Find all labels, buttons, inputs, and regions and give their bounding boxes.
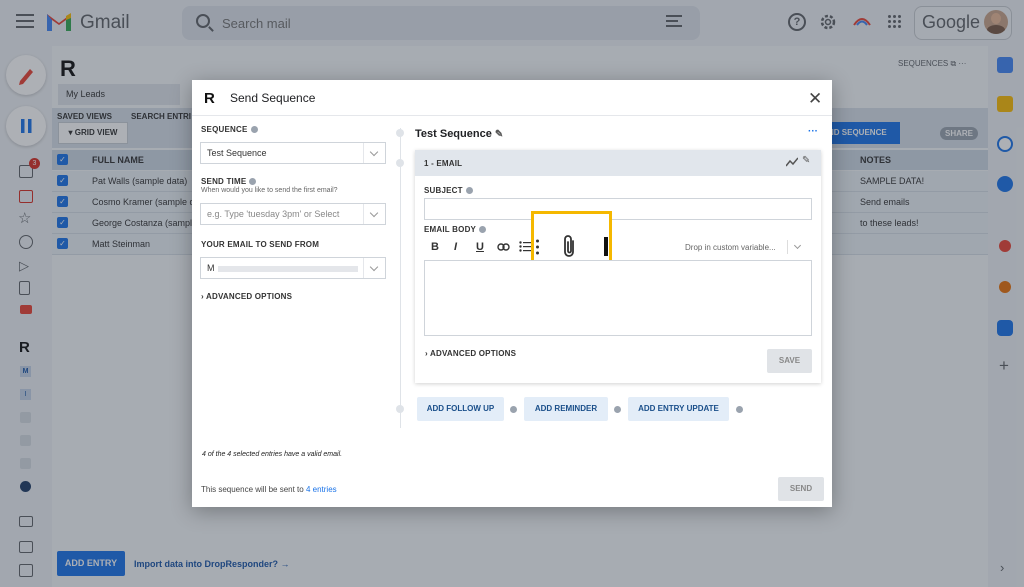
info-icon[interactable] bbox=[736, 406, 743, 413]
chevron-down-icon[interactable] bbox=[363, 258, 385, 278]
email-body-editor[interactable] bbox=[424, 260, 812, 336]
send-time-label-text: SEND TIME bbox=[201, 177, 247, 186]
email-body-label-text: EMAIL BODY bbox=[424, 225, 477, 234]
edit-step-pencil-icon[interactable]: ✎ bbox=[802, 155, 810, 166]
send-time-placeholder: e.g. Type 'tuesday 3pm' or Select bbox=[207, 209, 340, 219]
modal-title: Send Sequence bbox=[230, 91, 316, 105]
sequence-select-value: Test Sequence bbox=[207, 148, 267, 158]
sequence-title: Test Sequence ✎ bbox=[415, 128, 503, 140]
sequence-title-text: Test Sequence bbox=[415, 128, 492, 140]
add-reminder-button[interactable]: ADD REMINDER bbox=[524, 397, 608, 421]
sequence-select[interactable]: Test Sequence bbox=[200, 142, 386, 164]
subject-label-text: SUBJECT bbox=[424, 186, 463, 195]
chevron-down-icon[interactable] bbox=[363, 204, 385, 224]
bulleted-list-icon[interactable] bbox=[519, 241, 531, 252]
info-icon[interactable] bbox=[249, 178, 257, 186]
toolbar-divider bbox=[604, 237, 608, 256]
underline-button[interactable]: U bbox=[476, 241, 484, 253]
sequence-label-text: SEQUENCE bbox=[201, 125, 248, 134]
close-icon[interactable]: ✕ bbox=[808, 89, 822, 109]
entries-link[interactable]: 4 entries bbox=[306, 485, 337, 494]
italic-button[interactable]: I bbox=[454, 241, 457, 253]
valid-email-note: 4 of the 4 selected entries have a valid… bbox=[202, 451, 343, 458]
timeline-dot bbox=[396, 129, 404, 137]
advanced-options-card[interactable]: › ADVANCED OPTIONS bbox=[425, 349, 516, 358]
info-icon[interactable] bbox=[510, 406, 517, 413]
timeline-dot bbox=[396, 159, 404, 167]
email-step-label: 1 - EMAIL bbox=[424, 159, 463, 168]
dropresponder-modal-logo-icon: R bbox=[204, 90, 215, 107]
sequence-label: SEQUENCE bbox=[201, 125, 258, 134]
sent-to-prefix: This sequence will be sent to bbox=[201, 485, 304, 494]
send-time-label: SEND TIME bbox=[201, 177, 257, 186]
save-button[interactable]: SAVE bbox=[767, 349, 812, 373]
sent-to-note: This sequence will be sent to 4 entries bbox=[201, 485, 337, 494]
send-time-hint: When would you like to send the first em… bbox=[201, 187, 338, 194]
dropdown-separator bbox=[787, 240, 788, 254]
advanced-options-left[interactable]: › ADVANCED OPTIONS bbox=[201, 292, 292, 301]
bold-button[interactable]: B bbox=[431, 241, 439, 253]
info-icon[interactable] bbox=[465, 187, 473, 195]
add-follow-up-button[interactable]: ADD FOLLOW UP bbox=[417, 397, 504, 421]
attachment-paperclip-icon[interactable] bbox=[561, 234, 579, 260]
analytics-icon[interactable] bbox=[786, 157, 798, 167]
blurred-email bbox=[217, 265, 358, 272]
email-step-header bbox=[415, 150, 821, 176]
sender-email-select[interactable]: M bbox=[200, 257, 386, 279]
list-icon-fragment bbox=[536, 239, 539, 255]
add-entry-update-button[interactable]: ADD ENTRY UPDATE bbox=[628, 397, 729, 421]
send-button[interactable]: SEND bbox=[778, 477, 824, 501]
timeline-dot bbox=[396, 405, 404, 413]
custom-variable-dropdown[interactable]: Drop in custom variable... bbox=[685, 243, 776, 252]
info-icon[interactable] bbox=[250, 126, 258, 134]
chevron-down-icon[interactable] bbox=[363, 143, 385, 163]
email-body-label: EMAIL BODY bbox=[424, 225, 487, 234]
subject-input[interactable] bbox=[424, 198, 812, 220]
modal-divider bbox=[192, 115, 832, 116]
info-icon[interactable] bbox=[479, 226, 487, 234]
sender-email-value: M bbox=[207, 263, 215, 273]
advanced-options-left-label: ADVANCED OPTIONS bbox=[206, 292, 293, 301]
subject-label: SUBJECT bbox=[424, 186, 473, 195]
advanced-options-card-label: ADVANCED OPTIONS bbox=[430, 349, 517, 358]
edit-pencil-icon[interactable]: ✎ bbox=[495, 129, 503, 140]
send-time-input[interactable]: e.g. Type 'tuesday 3pm' or Select bbox=[200, 203, 386, 225]
your-email-label: YOUR EMAIL TO SEND FROM bbox=[201, 240, 320, 249]
link-icon[interactable] bbox=[497, 243, 510, 251]
sequence-timeline bbox=[400, 128, 401, 428]
more-options-icon[interactable]: ··· bbox=[808, 126, 818, 137]
info-icon[interactable] bbox=[614, 406, 621, 413]
